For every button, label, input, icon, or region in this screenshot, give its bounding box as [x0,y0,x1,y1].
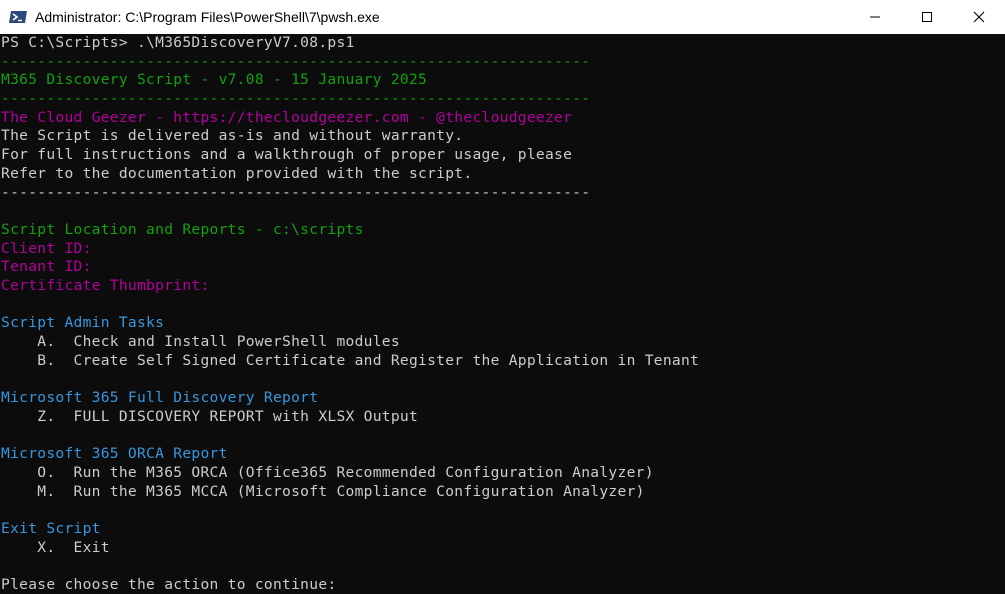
console-line: ----------------------------------------… [1,52,591,70]
console-line: The Cloud Geezer - https://thecloudgeeze… [1,108,573,126]
console-line: The Script is delivered as-is and withou… [1,127,464,145]
console-line: Microsoft 365 ORCA Report [1,445,228,463]
minimize-button[interactable] [849,0,901,34]
console-line: A. Check and Install PowerShell modules [1,333,400,350]
powershell-icon [9,9,27,25]
terminal-console[interactable]: PS C:\Scripts> .\M365DiscoveryV7.08.ps1 … [0,34,1005,594]
console-line: ----------------------------------------… [1,90,591,108]
console-line: Z. FULL DISCOVERY REPORT with XLSX Outpu… [1,407,419,425]
console-line: Script Location and Reports - c:\scripts [1,220,364,238]
console-line: Microsoft 365 Full Discovery Report [1,389,319,407]
console-line: O. Run the M365 ORCA (Office365 Recommen… [1,463,654,481]
console-line: Client ID: [1,239,92,257]
console-line: B. Create Self Signed Certificate and Re… [1,351,700,369]
close-button[interactable] [953,0,1005,34]
maximize-button[interactable] [901,0,953,34]
console-line: PS C:\Scripts> .\M365DiscoveryV7.08.ps1 [1,34,355,51]
console-line: Refer to the documentation provided with… [1,164,473,182]
close-icon [973,11,985,23]
maximize-icon [922,12,932,22]
minimize-icon [870,16,880,18]
console-line: Script Admin Tasks [1,314,165,332]
console-line: For full instructions and a walkthrough … [1,146,573,164]
window-title: Administrator: C:\Program Files\PowerShe… [35,9,380,25]
console-line: Certificate Thumbprint: [1,276,210,294]
console-line: M. Run the M365 MCCA (Microsoft Complian… [1,482,645,500]
console-line: Tenant ID: [1,258,92,276]
console-line: Exit Script [1,519,101,537]
console-line: X. Exit [1,538,110,556]
console-line: M365 Discovery Script - v7.08 - 15 Janua… [1,71,428,89]
console-line: ----------------------------------------… [1,183,591,201]
console-prompt-line[interactable]: Please choose the action to continue: [0,576,1005,594]
window-titlebar[interactable]: Administrator: C:\Program Files\PowerShe… [0,0,1005,34]
